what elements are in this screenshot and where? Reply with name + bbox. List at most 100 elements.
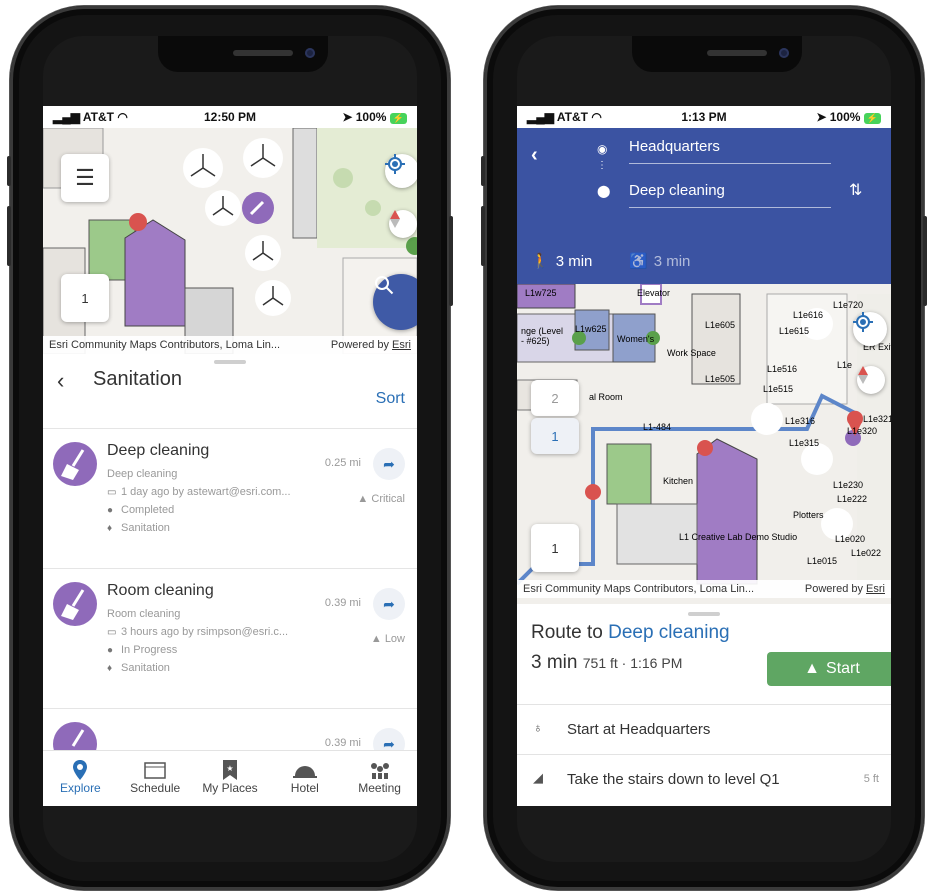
- mute-switch: [7, 156, 11, 186]
- wheelchair-icon: ♿: [629, 253, 648, 270]
- directions-arrow-icon: ➦: [383, 595, 395, 612]
- map-label: L1e230: [833, 480, 863, 490]
- location-arrow-icon: ➤: [816, 110, 827, 124]
- directions-button[interactable]: ➦: [373, 448, 405, 480]
- map-pin-icon: [73, 760, 88, 780]
- directions-button[interactable]: ➦: [373, 728, 405, 750]
- front-camera: [305, 48, 315, 58]
- list-item[interactable]: Deep cleaning Deep cleaning ▭ 1 day ago b…: [43, 428, 417, 568]
- map-label: L1e022: [851, 548, 881, 558]
- accessible-mode[interactable]: ♿ 3 min: [629, 252, 690, 271]
- bottom-bezel: [517, 806, 891, 862]
- map-label: L1e015: [807, 556, 837, 566]
- speaker-grille: [707, 50, 767, 56]
- people-icon: [370, 763, 389, 779]
- list-item[interactable]: Room cleaning Room cleaning ▭ 3 hours ago…: [43, 568, 417, 708]
- route-summary: 3 min 751 ft · 1:16 PM: [531, 652, 683, 673]
- powered-by: Powered by Esri: [331, 339, 411, 351]
- map-label: L1e515: [763, 384, 793, 394]
- left-phone-frame: ▂▄▆ AT&T ◠ 12:50 PM ➤ 100% ⚡ ☰ 1 Esri Co…: [7, 6, 453, 890]
- tab-label: My Places: [202, 781, 258, 795]
- category-icon: ♦: [107, 662, 113, 674]
- origin-dot-icon: ◉: [597, 142, 608, 156]
- tab-explore[interactable]: Explore: [43, 751, 118, 806]
- tab-schedule[interactable]: Schedule: [118, 751, 193, 806]
- battery-icon: ⚡: [389, 113, 407, 124]
- clock: 12:50 PM: [203, 110, 257, 124]
- swap-arrows-icon: ⇅: [849, 182, 863, 199]
- back-button[interactable]: ‹: [531, 144, 538, 167]
- broom-avatar-icon: [53, 442, 97, 486]
- back-button[interactable]: ‹: [57, 368, 64, 394]
- powered-by-label: Powered by: [330, 339, 393, 351]
- map-label: L1e320: [847, 426, 877, 436]
- directions-button[interactable]: ➦: [373, 588, 405, 620]
- map-label: L1w725: [525, 288, 557, 298]
- locate-button[interactable]: [385, 154, 417, 188]
- start-button[interactable]: ▲ Start: [767, 652, 891, 686]
- drag-handle[interactable]: [688, 612, 720, 616]
- compass-button[interactable]: [857, 366, 885, 394]
- map-label: L1w625: [575, 324, 607, 334]
- route-panel: Route to Deep cleaning 3 min 751 ft · 1:…: [517, 604, 891, 806]
- location-arrow-icon: ➤: [342, 110, 353, 124]
- destination-field[interactable]: Deep cleaning: [629, 182, 831, 208]
- carrier-label: ▂▄▆ AT&T ◠: [527, 110, 602, 124]
- item-status: ● Completed: [107, 504, 175, 516]
- esri-link[interactable]: Esri: [866, 583, 885, 595]
- compass-button[interactable]: [389, 210, 417, 238]
- level-1-button[interactable]: 1: [531, 418, 579, 454]
- route-step[interactable]: ♁ Start at Headquarters: [517, 704, 891, 754]
- floor-button[interactable]: 1: [61, 274, 109, 322]
- list-item[interactable]: 0.39 mi ➦: [43, 708, 417, 750]
- map-label: L1e605: [705, 320, 735, 330]
- locate-button[interactable]: [853, 312, 887, 346]
- map-label: Elevator: [637, 288, 670, 298]
- calendar-icon: ▭: [107, 486, 117, 498]
- powered-by: Powered by Esri: [805, 583, 885, 595]
- calendar-icon: ▭: [107, 626, 117, 638]
- map-label: L1e315: [789, 438, 819, 448]
- mute-switch: [481, 156, 485, 186]
- map-label: L1e720: [833, 300, 863, 310]
- step-distance: 5 ft: [863, 773, 879, 785]
- tab-hotel[interactable]: Hotel: [267, 751, 342, 806]
- tab-meeting[interactable]: Meeting: [342, 751, 417, 806]
- origin-field[interactable]: Headquarters: [629, 138, 831, 164]
- map-label: L1e321: [863, 414, 891, 424]
- route-map-view[interactable]: L1w725 Elevator nge (Level - #625) L1w62…: [517, 284, 891, 604]
- compass-icon: [390, 210, 400, 228]
- attribution-text: Esri Community Maps Contributors, Loma L…: [49, 339, 281, 351]
- wifi-icon: ◠: [117, 110, 128, 124]
- menu-button[interactable]: ☰: [61, 154, 109, 202]
- floor-button[interactable]: 1: [531, 524, 579, 572]
- level-2-button[interactable]: 2: [531, 380, 579, 416]
- compass-icon: [858, 366, 868, 384]
- power-button: [449, 216, 453, 306]
- clock: 1:13 PM: [681, 110, 727, 124]
- route-step[interactable]: ◢ Take the stairs down to level Q1 5 ft: [517, 754, 891, 804]
- right-phone-frame: ▂▄▆ AT&T ◠ 1:13 PM ➤ 100% ⚡ ‹ ◉ ⋮ ⬤ Head…: [481, 6, 927, 890]
- esri-link[interactable]: Esri: [392, 339, 411, 351]
- calendar-icon: [144, 762, 166, 779]
- map-label: nge (Level: [521, 326, 563, 336]
- map-view[interactable]: ☰ 1 Esri Community Maps Contributors, Lo…: [43, 128, 417, 354]
- swap-button[interactable]: ⇅: [849, 180, 862, 200]
- map-label: - #625): [521, 336, 550, 346]
- map-label: L1e616: [793, 310, 823, 320]
- walk-mode[interactable]: 🚶 3 min: [531, 252, 592, 271]
- svg-text:★: ★: [226, 764, 233, 773]
- item-name: Room cleaning: [107, 582, 214, 599]
- search-icon: [375, 276, 394, 295]
- sort-button[interactable]: Sort: [376, 390, 405, 408]
- wifi-icon: ◠: [591, 110, 602, 124]
- top-bezel: [517, 36, 891, 106]
- volume-up-button: [7, 206, 11, 266]
- status-bar: ▂▄▆ AT&T ◠ 1:13 PM ➤ 100% ⚡: [517, 106, 891, 128]
- person-start-icon: ♁: [533, 720, 543, 735]
- hamburger-icon: ☰: [75, 165, 95, 190]
- map-attribution: Esri Community Maps Contributors, Loma L…: [517, 580, 891, 598]
- tab-my-places[interactable]: ★ My Places: [193, 751, 268, 806]
- powered-by-label: Powered by: [804, 583, 867, 595]
- navigation-arrow-icon: ▲: [804, 660, 821, 677]
